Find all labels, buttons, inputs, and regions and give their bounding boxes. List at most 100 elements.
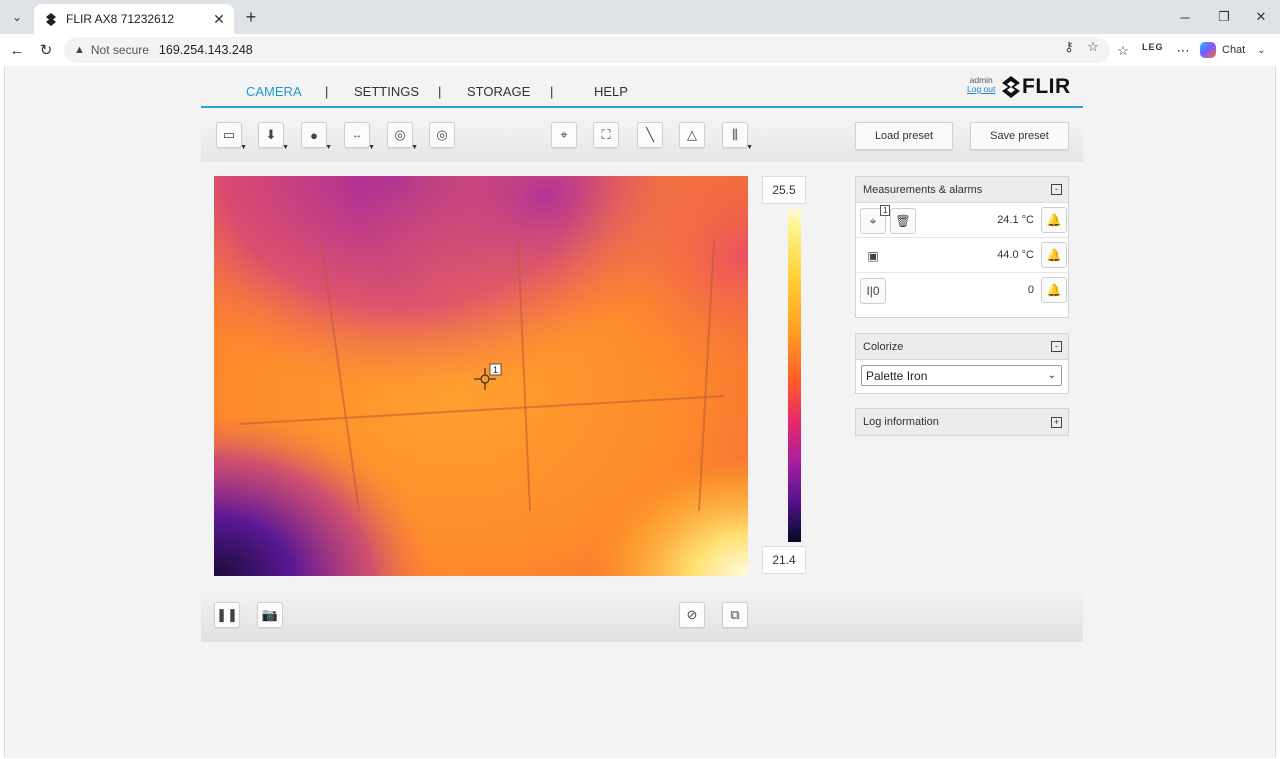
playback-bar: ❚❚ 📷 ⊘ ⧉ xyxy=(201,586,1083,642)
snapshot-button[interactable]: 📷 xyxy=(257,602,283,628)
address-bar[interactable]: ▲ Not secure 169.254.143.248 xyxy=(64,37,1110,63)
lamp-button[interactable]: ● ▼ xyxy=(301,122,332,151)
flir-favicon-icon xyxy=(44,12,58,26)
flip-button[interactable]: ↔ ▼ xyxy=(344,122,375,151)
restore-icon[interactable]: ❐ xyxy=(1213,6,1235,28)
measurements-header[interactable]: Measurements & alarms - xyxy=(856,177,1068,203)
load-preset-button[interactable]: Load preset xyxy=(855,122,953,150)
browser-tab[interactable]: FLIR AX8 71232612 ✕ xyxy=(34,4,234,34)
new-tab-icon[interactable]: + xyxy=(240,6,262,28)
warning-icon[interactable]: ▲ xyxy=(74,44,85,56)
tab-title: FLIR AX8 71232612 xyxy=(66,12,175,26)
favorites-icon[interactable]: ☆ xyxy=(1113,41,1133,61)
pause-button[interactable]: ❚❚ xyxy=(214,602,240,628)
spot-icon: ⌖ xyxy=(869,213,877,228)
back-icon[interactable]: ← xyxy=(6,39,28,61)
dropdown-caret-icon: ▼ xyxy=(282,144,289,151)
top-navigation: CAMERA | SETTINGS | STORAGE | HELP admin… xyxy=(201,66,1083,108)
shutter-button[interactable]: ◎ ▼ xyxy=(387,122,418,151)
spot-temperature-value: 24.1 °C xyxy=(997,214,1034,226)
close-window-icon[interactable]: ✕ xyxy=(1250,6,1272,28)
page-viewport: CAMERA | SETTINGS | STORAGE | HELP admin… xyxy=(4,66,1276,758)
thermal-image[interactable]: 1 xyxy=(214,176,748,576)
camera-icon: 📷 xyxy=(261,607,279,622)
measurement-row-spot: ⌖ 1 🗑 24.1 °C 🔔 xyxy=(856,203,1068,238)
add-line-button[interactable]: ╲ xyxy=(637,122,663,148)
measurement-row-box: ▣ 44.0 °C 🔔 xyxy=(856,238,1068,273)
reload-icon[interactable]: ↻ xyxy=(35,39,57,61)
minimize-icon[interactable]: ─ xyxy=(1174,6,1196,28)
digital-io-button[interactable]: I|0 xyxy=(860,278,886,304)
delta-icon: △ xyxy=(687,127,697,142)
leg-extension-icon[interactable]: LEG xyxy=(1142,42,1164,52)
nuc-icon: ◎ xyxy=(436,127,448,142)
dropdown-caret-icon: ▼ xyxy=(240,144,247,151)
box-alarm-button[interactable]: 🔔 xyxy=(1041,242,1067,268)
favorite-star-icon[interactable]: ☆ xyxy=(1084,38,1102,56)
color-scale-bar xyxy=(788,209,801,542)
log-header[interactable]: Log information + xyxy=(856,409,1068,435)
tab-list-chevron-icon[interactable]: ⌄ xyxy=(6,6,28,28)
box-temp-icon: ▣ xyxy=(867,249,879,263)
scale-min-value[interactable]: 21.4 xyxy=(762,546,806,574)
chevron-down-icon: ⌄ xyxy=(1257,44,1266,56)
trash-icon: 🗑 xyxy=(895,214,911,228)
shutter-icon: ◎ xyxy=(394,127,406,142)
flir-app: CAMERA | SETTINGS | STORAGE | HELP admin… xyxy=(201,66,1083,642)
fullscreen-button[interactable]: ⧉ xyxy=(722,602,748,628)
image-mode-button[interactable]: ▭ ▼ xyxy=(216,122,247,151)
key-icon[interactable]: ⚷ xyxy=(1060,38,1078,56)
focus-button[interactable]: ⬇ ▼ xyxy=(258,122,289,151)
nav-separator: | xyxy=(438,84,442,99)
digital-io-value: 0 xyxy=(1027,284,1034,296)
copilot-icon xyxy=(1200,42,1216,58)
tab-settings[interactable]: SETTINGS xyxy=(354,84,419,99)
save-preset-button[interactable]: Save preset xyxy=(970,122,1069,150)
collapse-icon[interactable]: - xyxy=(1051,184,1062,195)
add-spot-button[interactable]: ⌖ xyxy=(551,122,577,148)
bell-icon: 🔔 xyxy=(1046,283,1062,297)
security-label[interactable]: Not secure xyxy=(91,43,149,57)
spot-number-badge: 1 xyxy=(880,205,891,216)
close-tab-icon[interactable]: ✕ xyxy=(210,10,228,28)
scale-max-value[interactable]: 25.5 xyxy=(762,176,806,204)
spot-icon: ⌖ xyxy=(560,127,568,142)
delete-measurement-button[interactable]: 🗑 xyxy=(890,208,916,234)
add-box-button[interactable]: ⛶ xyxy=(593,122,619,148)
expand-icon[interactable]: + xyxy=(1051,416,1062,428)
image-mode-icon: ▭ xyxy=(222,127,236,142)
add-delta-button[interactable]: △ xyxy=(679,122,705,148)
digital-io-alarm-button[interactable]: 🔔 xyxy=(1041,277,1067,303)
palette-select[interactable]: Palette Iron ⌄ xyxy=(861,365,1062,386)
palette-selected-value: Palette Iron xyxy=(866,368,928,383)
flir-logo-mark-icon xyxy=(1002,76,1020,98)
line-icon: ╲ xyxy=(646,127,654,142)
hide-overlay-button[interactable]: ⊘ xyxy=(679,602,705,628)
chevron-down-icon: ⌄ xyxy=(1047,370,1056,381)
nav-separator: | xyxy=(325,84,329,99)
spot-alarm-button[interactable]: 🔔 xyxy=(1041,207,1067,233)
chat-label: Chat xyxy=(1222,44,1246,56)
dropdown-caret-icon: ▼ xyxy=(411,144,418,151)
camera-toolbar: ▭ ▼ ⬇ ▼ ● ▼ ↔ ▼ ◎ ▼ ◎ ⌖ ⛶ ╲ △ ⫼ ▼ Load p… xyxy=(201,110,1083,162)
adjust-button[interactable]: ⫼ ▼ xyxy=(722,122,753,151)
logout-link[interactable]: Log out xyxy=(967,85,995,94)
chat-button[interactable]: Chat ⌄ xyxy=(1200,39,1276,61)
browser-tab-bar: ⌄ FLIR AX8 71232612 ✕ + ─ ❐ ✕ xyxy=(0,0,1280,34)
tab-help[interactable]: HELP xyxy=(594,84,628,99)
tab-camera[interactable]: CAMERA xyxy=(246,84,302,99)
colorize-panel: Colorize - Palette Iron ⌄ xyxy=(855,333,1069,394)
bell-icon: 🔔 xyxy=(1046,248,1062,262)
colorize-header[interactable]: Colorize - xyxy=(856,334,1068,360)
digital-io-icon: I|0 xyxy=(866,284,880,298)
measurement-row-digital-io: I|0 0 🔔 xyxy=(856,273,1068,317)
nuc-button[interactable]: ◎ xyxy=(429,122,455,148)
pause-icon: ❚❚ xyxy=(216,607,238,622)
address-bar-row: ← ↻ ▲ Not secure 169.254.143.248 ⚷ ☆ ☆ L… xyxy=(0,34,1280,66)
more-menu-icon[interactable]: ⋯ xyxy=(1173,41,1193,61)
tab-storage[interactable]: STORAGE xyxy=(467,84,530,99)
url-text[interactable]: 169.254.143.248 xyxy=(159,43,253,57)
dropdown-caret-icon: ▼ xyxy=(325,144,332,151)
collapse-icon[interactable]: - xyxy=(1051,341,1062,352)
spot-label: 1 xyxy=(493,365,498,375)
